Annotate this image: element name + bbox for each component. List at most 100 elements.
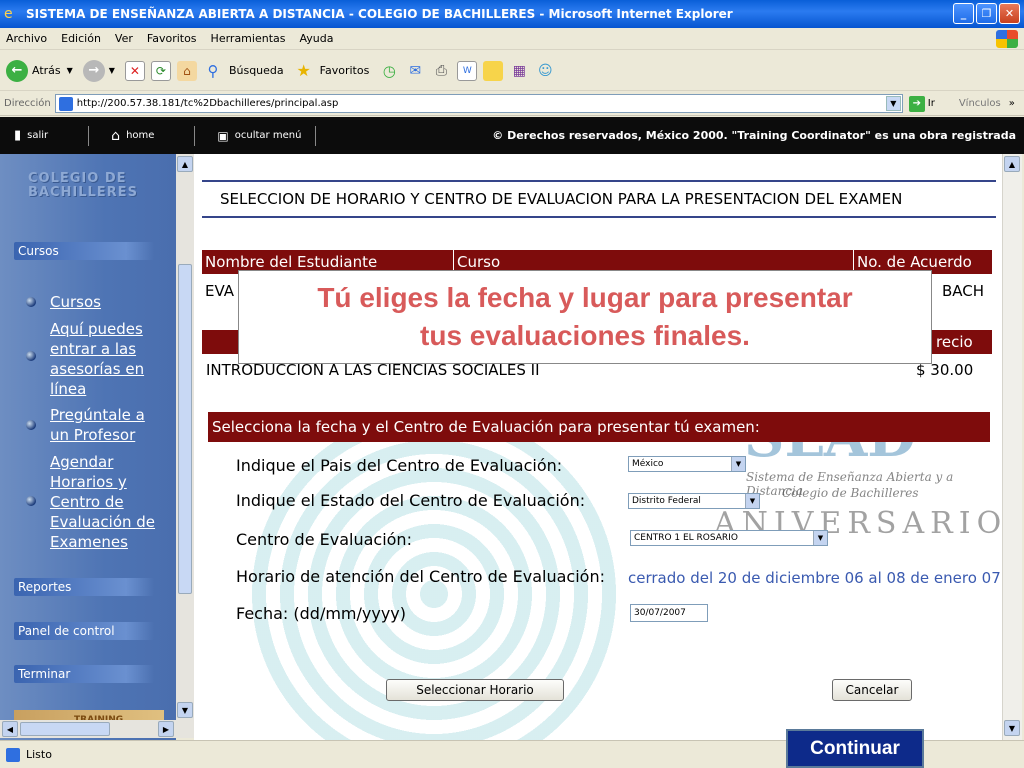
center-select-value: CENTRO 1 EL ROSARIO (634, 533, 738, 543)
scroll-up-icon[interactable]: ▲ (177, 156, 193, 172)
search-button[interactable]: ⚲ Búsqueda (203, 61, 284, 81)
watermark-line-2: Colegio de Bachilleres (782, 486, 919, 500)
address-dropdown-icon[interactable]: ▼ (885, 96, 901, 111)
research-icon[interactable]: ▦ (509, 61, 529, 81)
sidebar-section-cursos[interactable]: Cursos (14, 242, 154, 260)
scroll-thumb[interactable] (178, 264, 192, 594)
bullet-icon (26, 297, 36, 307)
back-button[interactable]: ← Atrás ▼ (6, 59, 73, 82)
forward-dropdown-icon[interactable]: ▼ (109, 66, 115, 75)
links-label[interactable]: Vínculos (959, 98, 1001, 109)
go-arrow-icon: ➔ (908, 95, 925, 112)
site-header: ▮ salir ⌂ home ▣ ocultar menú © Derechos… (0, 117, 1024, 154)
go-label: Ir (927, 98, 935, 109)
back-arrow-icon: ← (6, 59, 28, 82)
windows-logo-icon (996, 30, 1018, 48)
minimize-button[interactable]: _ (953, 3, 974, 24)
main-scrollbar[interactable]: ▲ ▼ (1002, 154, 1022, 740)
state-select[interactable]: Distrito Federal ▼ (628, 493, 760, 509)
home-link[interactable]: ⌂ home (111, 117, 154, 154)
scroll-left-icon[interactable]: ◀ (2, 721, 18, 737)
menu-edicion[interactable]: Edición (61, 32, 101, 45)
chevron-down-icon: ▼ (745, 494, 759, 508)
callout-overlay: Tú eliges la fecha y lugar para presenta… (238, 270, 932, 364)
maximize-button[interactable]: ❐ (976, 3, 997, 24)
logo-line-1: COLEGIO DE (28, 171, 127, 186)
exit-link[interactable]: ▮ salir (0, 117, 48, 154)
edit-word-icon[interactable]: W (457, 60, 478, 81)
callout-line-2: tus evaluaciones finales. (420, 320, 750, 351)
stop-icon[interactable]: ✕ (124, 60, 145, 81)
go-button[interactable]: ➔ Ir (908, 95, 935, 112)
menu-ver[interactable]: Ver (115, 32, 133, 45)
sidebar-link-agendar[interactable]: Agendar Horarios y Centro de Evaluación … (50, 452, 166, 552)
date-input[interactable]: 30/07/2007 (630, 604, 708, 622)
favorites-button[interactable]: ★ Favoritos (294, 61, 370, 81)
sidebar-section-reportes[interactable]: Reportes (14, 578, 154, 596)
copyright-text: © Derechos reservados, México 2000. "Tra… (492, 129, 1016, 142)
search-icon: ⚲ (207, 61, 219, 80)
sidebar-section-terminar[interactable]: Terminar (14, 665, 154, 683)
schedule-label: Horario de atención del Centro de Evalua… (236, 567, 605, 586)
address-input[interactable]: http://200.57.38.181/tc%2Dbachilleres/pr… (54, 94, 903, 113)
history-icon[interactable]: ◷ (379, 61, 399, 81)
country-label: Indique el Pais del Centro de Evaluación… (236, 456, 563, 475)
schedule-value: cerrado del 20 de diciembre 06 al 08 de … (628, 569, 1001, 587)
address-label: Dirección (4, 98, 51, 109)
sidebar-link-cursos[interactable]: Cursos (50, 292, 170, 312)
select-schedule-button[interactable]: Seleccionar Horario (386, 679, 564, 701)
hide-menu-icon: ▣ (217, 128, 229, 143)
scroll-up-icon[interactable]: ▲ (1004, 156, 1020, 172)
date-label: Fecha: (dd/mm/yyyy) (236, 604, 407, 623)
sidebar-scrollbar[interactable]: ▲ ▼ (176, 154, 194, 720)
state-select-value: Distrito Federal (632, 496, 701, 506)
toolbar: ← Atrás ▼ → ▼ ✕ ⟳ ⌂ ⚲ Búsqueda ★ Favorit… (0, 51, 1024, 91)
sidebar-link-profesor[interactable]: Pregúntale a un Profesor (50, 405, 162, 445)
forward-button[interactable]: → ▼ (82, 59, 115, 82)
address-bar: Dirección http://200.57.38.181/tc%2Dbach… (0, 92, 1024, 116)
header-divider (194, 125, 196, 146)
address-url: http://200.57.38.181/tc%2Dbachilleres/pr… (76, 98, 339, 109)
bullet-icon (26, 420, 36, 430)
star-icon: ★ (296, 61, 311, 80)
center-select[interactable]: CENTRO 1 EL ROSARIO ▼ (630, 530, 828, 546)
scroll-down-icon[interactable]: ▼ (177, 702, 193, 718)
cancel-button[interactable]: Cancelar (832, 679, 912, 701)
print-icon[interactable]: ⎙ (431, 61, 451, 81)
sidebar-hscrollbar[interactable]: ◀ ▶ (0, 720, 194, 738)
sidebar-section-panel[interactable]: Panel de control (14, 622, 154, 640)
sidebar-logo: COLEGIO DE BACHILLERES (28, 172, 138, 200)
scroll-right-icon[interactable]: ▶ (158, 721, 174, 737)
back-dropdown-icon[interactable]: ▼ (67, 66, 73, 75)
chevron-right-icon[interactable]: » (1009, 98, 1015, 109)
sidebar-link-asesorias[interactable]: Aquí puedes entrar a las asesorías en lí… (50, 319, 160, 399)
logo-line-2: BACHILLERES (28, 185, 138, 200)
search-label: Búsqueda (228, 64, 284, 77)
continue-button[interactable]: Continuar (786, 729, 924, 768)
sidebar: COLEGIO DE BACHILLERES Cursos Cursos Aqu… (0, 154, 176, 740)
hide-menu-link[interactable]: ▣ ocultar menú (217, 117, 301, 154)
agreement-value: BACH (942, 282, 985, 300)
state-label: Indique el Estado del Centro de Evaluaci… (236, 491, 586, 510)
hide-menu-label: ocultar menú (234, 130, 302, 141)
menu-herramientas[interactable]: Herramientas (211, 32, 286, 45)
home-icon[interactable]: ⌂ (176, 60, 197, 81)
mail-icon[interactable]: ✉ (405, 61, 425, 81)
menu-ayuda[interactable]: Ayuda (299, 32, 333, 45)
ie-icon: e (4, 6, 13, 22)
scroll-down-icon[interactable]: ▼ (1004, 720, 1020, 736)
window-title: SISTEMA DE ENSEÑANZA ABIERTA A DISTANCIA… (26, 7, 733, 21)
messenger-icon[interactable]: ☺ (535, 61, 555, 81)
discuss-icon[interactable] (483, 60, 504, 81)
country-select[interactable]: México ▼ (628, 456, 746, 472)
refresh-icon[interactable]: ⟳ (150, 60, 171, 81)
header-divider (88, 125, 90, 146)
hscroll-thumb[interactable] (20, 722, 110, 736)
exit-label: salir (27, 130, 49, 141)
menu-archivo[interactable]: Archivo (6, 32, 47, 45)
menu-bar: Archivo Edición Ver Favoritos Herramient… (0, 28, 1024, 50)
favorites-label: Favoritos (319, 64, 370, 77)
close-button[interactable]: ✕ (999, 3, 1020, 24)
menu-favoritos[interactable]: Favoritos (147, 32, 197, 45)
country-select-value: México (632, 459, 664, 469)
